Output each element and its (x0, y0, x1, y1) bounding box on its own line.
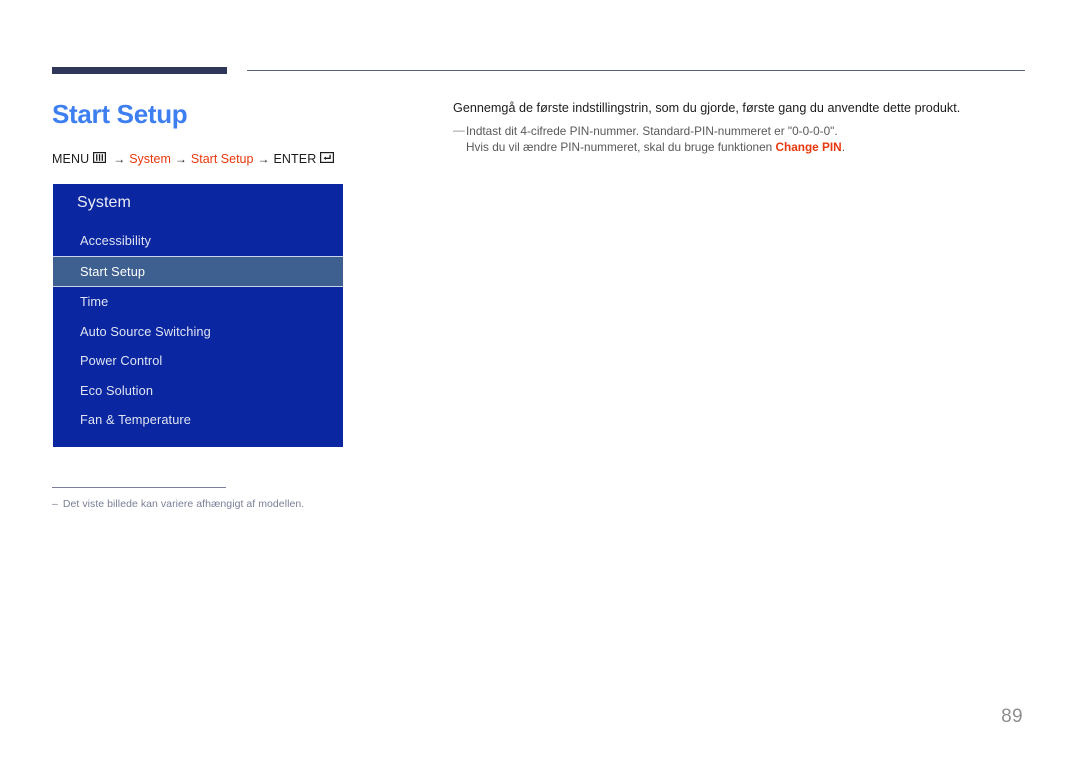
osd-item-time[interactable]: Time (53, 287, 343, 317)
osd-item-label: Accessibility (80, 233, 151, 249)
footnote: – Det viste billede kan variere afhængigt… (52, 498, 304, 510)
osd-item-label: Power Control (80, 353, 163, 369)
osd-item-label: Time (80, 294, 109, 310)
menu-grid-icon (93, 152, 107, 166)
osd-item-label: Fan & Temperature (80, 412, 192, 428)
content-column: Gennemgå de første indstillingstrin, som… (453, 100, 1013, 155)
note-line-2: Hvis du vil ændre PIN-nummeret, skal du … (466, 140, 1013, 156)
breadcrumb-step-start-setup: Start Setup (190, 152, 254, 166)
breadcrumb-step-system: System (129, 152, 171, 166)
note-link-change-pin: Change PIN (775, 139, 842, 154)
osd-menu-panel: System Accessibility Start Setup Time Au… (53, 184, 343, 447)
footnote-text: Det viste billede kan variere afhængigt … (62, 498, 305, 510)
note-line-2-after: . (841, 139, 845, 154)
breadcrumb-enter-label: ENTER (273, 152, 317, 166)
osd-item-fan-and-temperature[interactable]: Fan & Temperature (53, 405, 343, 435)
page-title: Start Setup (52, 99, 188, 129)
osd-item-accessibility[interactable]: Accessibility (53, 226, 343, 256)
header-rule-thin (247, 70, 1025, 71)
osd-item-eco-solution[interactable]: Eco Solution (53, 376, 343, 406)
note-dash: — (453, 123, 465, 137)
osd-item-label: Auto Source Switching (80, 323, 211, 339)
lead-paragraph: Gennemgå de første indstillingstrin, som… (453, 101, 961, 115)
osd-panel-title: System (77, 194, 131, 211)
breadcrumb-menu-label: MENU (52, 152, 90, 166)
osd-item-power-control[interactable]: Power Control (53, 346, 343, 376)
breadcrumb: MENU → System → Start Setup → ENTER (52, 152, 337, 166)
note-line-1: Indtast dit 4-cifrede PIN-nummer. Standa… (466, 124, 838, 138)
footnote-divider (52, 487, 226, 488)
footnote-dash: – (52, 498, 58, 510)
header-rule-thick (52, 67, 227, 74)
breadcrumb-arrow-1: → (113, 152, 126, 166)
note-line-2-before: Hvis du vil ændre PIN-nummeret, skal du … (466, 139, 776, 154)
osd-item-start-setup[interactable]: Start Setup (53, 255, 343, 287)
osd-item-auto-source-switching[interactable]: Auto Source Switching (53, 317, 343, 347)
breadcrumb-arrow-3: → (257, 152, 270, 166)
osd-item-label: Eco Solution (80, 382, 154, 398)
osd-menu-list: Accessibility Start Setup Time Auto Sour… (53, 226, 343, 435)
breadcrumb-arrow-2: → (174, 152, 187, 166)
osd-item-label: Start Setup (80, 263, 146, 279)
note-block: — Indtast dit 4-cifrede PIN-nummer. Stan… (453, 124, 1013, 155)
enter-return-icon (320, 152, 335, 166)
page-number: 89 (1001, 706, 1023, 727)
